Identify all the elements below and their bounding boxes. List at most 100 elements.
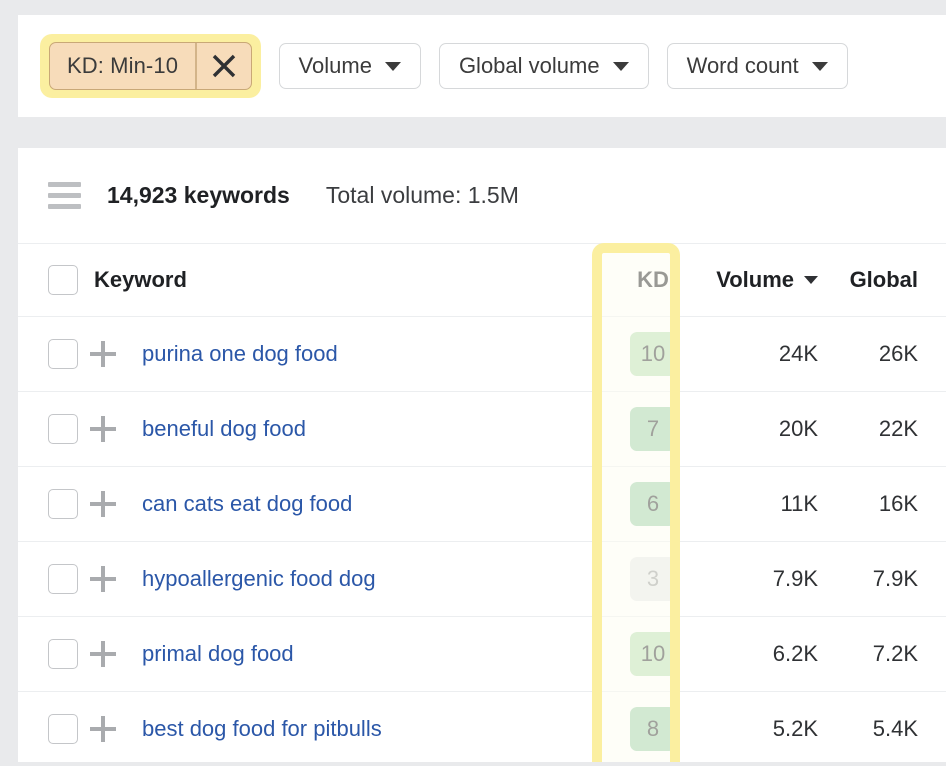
plus-icon[interactable] [90,491,116,517]
keyword-count: 14,923 keywords [107,182,290,209]
chevron-down-icon [613,62,629,71]
table-header-row: Keyword KD Volume Global [18,244,946,317]
filter-controls: KD: Min-10 Volume Global volume Word cou… [40,34,848,98]
global-cell: 26K [828,317,946,392]
column-header-volume-label: Volume [716,267,794,293]
volume-cell: 5.2K [698,692,828,766]
hamburger-icon[interactable] [48,182,81,209]
table-toolbar: 14,923 keywords Total volume: 1.5M [18,148,946,244]
global-cell: 5.4K [828,692,946,766]
global-cell: 22K [828,392,946,467]
filter-button-volume[interactable]: Volume [279,43,421,89]
row-select-cell [18,692,90,766]
active-filter-chip-label: KD: Min-10 [50,43,195,89]
row-checkbox[interactable] [48,714,78,744]
kd-cell: 10 [608,317,698,392]
keyword-link[interactable]: purina one dog food [138,341,338,366]
filter-button-word-count[interactable]: Word count [667,43,848,89]
row-add-cell [90,692,138,766]
filter-button-volume-label: Volume [299,53,372,79]
table-row: beneful dog food 7 20K22K [18,392,946,467]
kd-cell: 7 [608,392,698,467]
kd-badge: 10 [630,632,676,676]
row-select-cell [18,392,90,467]
table-row: can cats eat dog food 6 11K16K [18,467,946,542]
filter-button-global-volume-label: Global volume [459,53,600,79]
row-add-cell [90,392,138,467]
plus-icon[interactable] [90,416,116,442]
row-add-cell [90,467,138,542]
row-checkbox[interactable] [48,339,78,369]
kd-cell: 10 [608,617,698,692]
keyword-link[interactable]: beneful dog food [138,416,306,441]
active-filter-chip-kd[interactable]: KD: Min-10 [49,42,252,90]
filter-button-global-volume[interactable]: Global volume [439,43,649,89]
hamburger-bar [48,182,81,187]
row-add-cell [90,617,138,692]
row-checkbox[interactable] [48,639,78,669]
volume-cell: 7.9K [698,542,828,617]
plus-icon[interactable] [90,716,116,742]
chevron-down-icon [385,62,401,71]
kd-cell: 3 [608,542,698,617]
row-checkbox[interactable] [48,564,78,594]
close-icon[interactable] [197,43,251,89]
keywords-table: Keyword KD Volume Global purina one dog … [18,244,946,766]
global-cell: 7.2K [828,617,946,692]
row-select-cell [18,617,90,692]
table-row: purina one dog food 10 24K26K [18,317,946,392]
keyword-link[interactable]: hypoallergenic food dog [138,566,376,591]
keyword-cell: can cats eat dog food [138,467,608,542]
keyword-cell: primal dog food [138,617,608,692]
kd-badge: 7 [630,407,676,451]
column-header-kd[interactable]: KD [608,244,698,317]
column-header-volume[interactable]: Volume [698,244,828,317]
keyword-cell: hypoallergenic food dog [138,542,608,617]
hamburger-bar [48,204,81,209]
volume-cell: 6.2K [698,617,828,692]
column-header-global[interactable]: Global [828,244,946,317]
keyword-link[interactable]: best dog food for pitbulls [138,716,382,741]
row-select-cell [18,542,90,617]
plus-icon[interactable] [90,641,116,667]
filter-bar-panel: KD: Min-10 Volume Global volume Word cou… [18,15,946,117]
table-row: hypoallergenic food dog 3 7.9K7.9K [18,542,946,617]
kd-badge: 6 [630,482,676,526]
volume-cell: 24K [698,317,828,392]
kd-badge: 8 [630,707,676,751]
keyword-link[interactable]: primal dog food [138,641,294,666]
table-body: purina one dog food1024K26Kbeneful dog f… [18,317,946,766]
kd-cell: 8 [608,692,698,766]
total-volume: Total volume: 1.5M [326,182,519,209]
row-select-cell [18,467,90,542]
keyword-cell: beneful dog food [138,392,608,467]
global-cell: 7.9K [828,542,946,617]
chevron-down-icon [812,62,828,71]
keywords-table-panel: 14,923 keywords Total volume: 1.5M Keywo… [18,148,946,762]
plus-icon[interactable] [90,341,116,367]
row-add-cell [90,317,138,392]
table-row: best dog food for pitbulls 8 5.2K5.4K [18,692,946,766]
filter-button-word-count-label: Word count [687,53,799,79]
select-all-cell [18,244,90,317]
column-header-keyword[interactable]: Keyword [90,244,608,317]
select-all-checkbox[interactable] [48,265,78,295]
kd-badge: 10 [630,332,676,376]
kd-badge: 3 [630,557,676,601]
sort-descending-icon [804,276,818,284]
hamburger-bar [48,193,81,198]
row-checkbox[interactable] [48,489,78,519]
plus-icon[interactable] [90,566,116,592]
keyword-cell: purina one dog food [138,317,608,392]
keyword-cell: best dog food for pitbulls [138,692,608,766]
global-cell: 16K [828,467,946,542]
kd-cell: 6 [608,467,698,542]
kd-filter-highlight: KD: Min-10 [40,34,261,98]
row-checkbox[interactable] [48,414,78,444]
table-row: primal dog food 10 6.2K7.2K [18,617,946,692]
volume-cell: 11K [698,467,828,542]
row-select-cell [18,317,90,392]
volume-cell: 20K [698,392,828,467]
row-add-cell [90,542,138,617]
keyword-link[interactable]: can cats eat dog food [138,491,352,516]
